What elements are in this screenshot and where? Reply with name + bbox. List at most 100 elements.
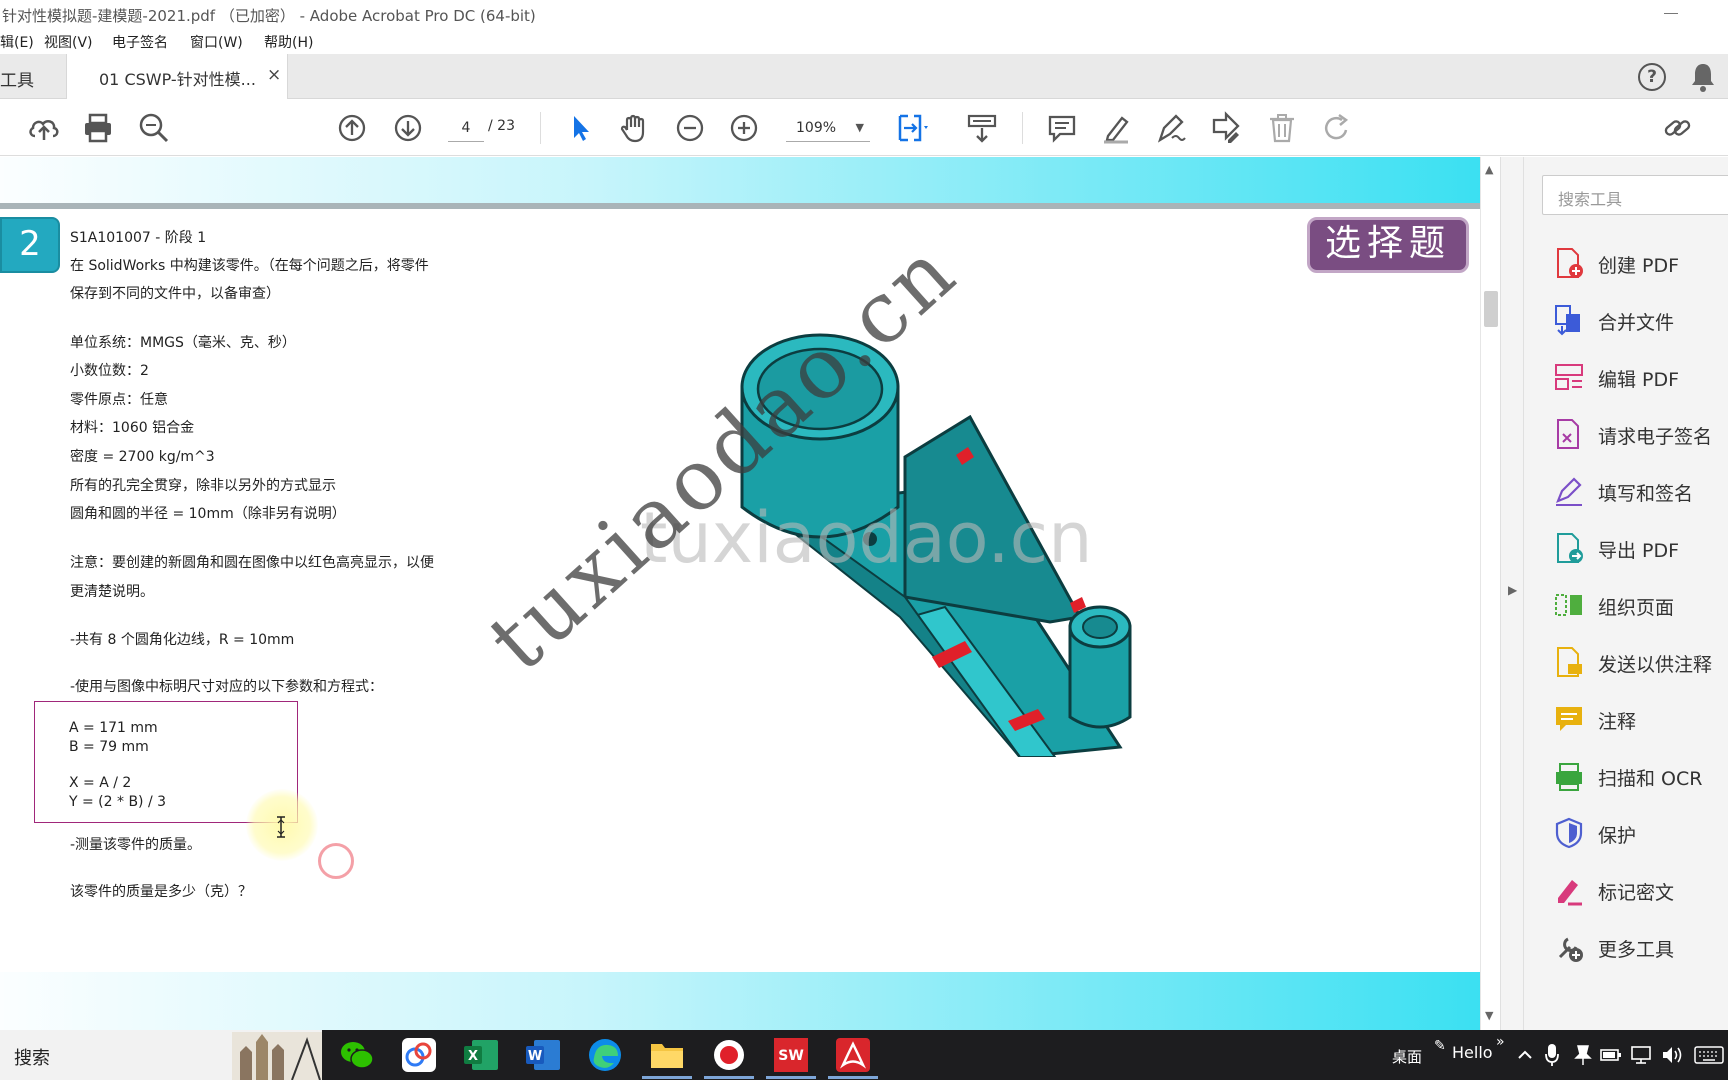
menu-edit[interactable]: 辑(E): [0, 32, 34, 52]
cloud-drive-app-icon[interactable]: [400, 1036, 438, 1074]
redact-icon: [1558, 880, 1582, 906]
microphone-icon[interactable]: [1544, 1042, 1560, 1068]
tool-label: 编辑 PDF: [1598, 369, 1680, 391]
file-explorer-icon[interactable]: [642, 1036, 692, 1079]
scroll-up-icon[interactable]: ▲: [1485, 163, 1493, 176]
chevron-up-icon[interactable]: [1516, 1046, 1534, 1064]
chevron-down-icon: ▼: [855, 121, 864, 134]
help-icon[interactable]: ?: [1638, 63, 1666, 91]
tool-request-esign[interactable]: 请求电子签名: [1554, 414, 1728, 454]
draw-pen-icon[interactable]: [1152, 110, 1188, 146]
tool-create-pdf[interactable]: 创建 PDF: [1554, 243, 1728, 283]
acrobat-app-icon[interactable]: [828, 1036, 878, 1079]
spec-units: 单位系统：MMGS（毫米、克、秒）: [70, 335, 296, 351]
chevron-right-icon[interactable]: »: [1496, 1034, 1505, 1050]
organize-pages-icon: [1555, 594, 1582, 616]
volume-icon[interactable]: [1660, 1044, 1684, 1066]
tool-pane-toggle[interactable]: ▶: [1500, 157, 1524, 1030]
export-pdf-icon: [1557, 533, 1583, 563]
excel-app-icon[interactable]: X: [462, 1036, 500, 1074]
toolbar-divider: [540, 112, 541, 144]
delete-icon[interactable]: [1264, 110, 1300, 146]
upload-cloud-icon[interactable]: [26, 110, 62, 146]
bell-icon[interactable]: [1690, 62, 1716, 92]
tool-more-tools[interactable]: 更多工具: [1554, 927, 1728, 967]
battery-icon[interactable]: [1600, 1046, 1622, 1064]
tool-protect[interactable]: 保护: [1554, 813, 1728, 853]
vertical-scrollbar[interactable]: ▲ ▼: [1480, 157, 1500, 1030]
send-comments-icon: [1557, 647, 1582, 677]
tool-comment[interactable]: 注释: [1554, 699, 1728, 739]
tool-label: 填写和签名: [1598, 483, 1694, 505]
share-link-icon[interactable]: [1660, 110, 1696, 146]
print-icon[interactable]: [80, 110, 116, 146]
param-x: X = A / 2: [69, 775, 132, 791]
fit-page-icon[interactable]: [892, 110, 928, 146]
page-header-strip: [0, 203, 1480, 209]
tab-document[interactable]: 01 CSWP-针对性模... ×: [66, 54, 288, 99]
page-number-input[interactable]: 4: [448, 114, 484, 142]
screen-recorder-icon[interactable]: [704, 1036, 754, 1079]
scroll-thumb[interactable]: [1484, 291, 1498, 327]
search-tools-input[interactable]: 搜索工具: [1542, 175, 1728, 215]
tool-organize-pages[interactable]: 组织页面: [1554, 585, 1728, 625]
tool-redact[interactable]: 标记密文: [1554, 870, 1728, 910]
taskbar: 搜索 X W SW 桌面 ✎ Hello »: [0, 1030, 1728, 1080]
select-cursor-icon[interactable]: [562, 110, 598, 146]
pin-icon[interactable]: [1574, 1044, 1592, 1066]
redo-icon[interactable]: [1320, 110, 1356, 146]
tool-send-comments[interactable]: 发送以供注释: [1554, 642, 1728, 682]
desktop-toolbar-label[interactable]: 桌面: [1392, 1046, 1422, 1067]
tab-tools[interactable]: 工具: [0, 66, 34, 91]
wechat-app-icon[interactable]: [338, 1036, 376, 1074]
hand-tool-icon[interactable]: [616, 110, 652, 146]
tab-bar: 工具 01 CSWP-针对性模... × ?: [0, 54, 1728, 99]
note-text: 更清楚说明。: [70, 584, 154, 600]
highlight-pen-icon[interactable]: [1098, 110, 1134, 146]
menu-help[interactable]: 帮助(H): [264, 32, 313, 52]
search-icon[interactable]: [136, 110, 172, 146]
user-icon[interactable]: ✎: [1434, 1038, 1446, 1054]
tool-combine-files[interactable]: 合并文件: [1554, 300, 1728, 340]
taskbar-search-box[interactable]: 搜索: [0, 1030, 322, 1080]
shield-icon: [1555, 817, 1583, 849]
tool-label: 发送以供注释: [1598, 654, 1713, 676]
chevron-right-icon[interactable]: ▶: [1508, 583, 1517, 597]
tool-label: 合并文件: [1598, 312, 1675, 334]
zoom-out-icon[interactable]: [672, 110, 708, 146]
scan-ocr-icon: [1556, 763, 1582, 791]
next-page-icon[interactable]: [390, 110, 426, 146]
tool-edit-pdf[interactable]: 编辑 PDF: [1554, 357, 1728, 397]
window-title: 针对性模拟题-建模题-2021.pdf （已加密） - Adobe Acroba…: [2, 7, 536, 25]
previous-page-icon[interactable]: [334, 110, 370, 146]
menu-view[interactable]: 视图(V): [44, 32, 93, 52]
edit-stamp-icon[interactable]: [1208, 110, 1244, 146]
active-app-indicator: [704, 1076, 754, 1079]
taskbar-search-label: 搜索: [14, 1048, 50, 1069]
document-view[interactable]: 2 选择题 S1A101007 - 阶段 1 在 SolidWorks 中构建该…: [0, 157, 1480, 1030]
keyboard-icon[interactable]: [1694, 1045, 1724, 1065]
close-tab-icon[interactable]: ×: [267, 65, 281, 85]
tool-label: 标记密文: [1598, 882, 1675, 904]
hello-toolbar-label[interactable]: Hello: [1452, 1043, 1493, 1062]
scroll-down-icon[interactable]: ▼: [1485, 1009, 1493, 1022]
menu-window[interactable]: 窗口(W): [190, 32, 243, 52]
page-total: / 23: [488, 118, 515, 134]
tool-export-pdf[interactable]: 导出 PDF: [1554, 528, 1728, 568]
minimize-button[interactable]: [1664, 13, 1678, 14]
tab-document-label: 01 CSWP-针对性模...: [99, 70, 256, 89]
word-app-icon[interactable]: W: [524, 1036, 562, 1074]
zoom-in-icon[interactable]: [726, 110, 762, 146]
network-icon[interactable]: [1630, 1044, 1652, 1066]
param-y: Y = (2 * B) / 3: [69, 794, 167, 810]
zoom-level-select[interactable]: 109% ▼: [786, 114, 870, 142]
question-text: 保存到不同的文件中，以备审查）: [70, 286, 280, 302]
comment-icon[interactable]: [1044, 110, 1080, 146]
tool-scan-ocr[interactable]: 扫描和 OCR: [1554, 756, 1728, 796]
edge-browser-icon[interactable]: [586, 1036, 624, 1074]
scroll-mode-icon[interactable]: [964, 110, 1000, 146]
solidworks-app-icon[interactable]: SW: [766, 1036, 816, 1079]
svg-text:W: W: [528, 1049, 542, 1064]
menu-esign[interactable]: 电子签名: [112, 32, 168, 52]
tool-fill-sign[interactable]: 填写和签名: [1554, 471, 1728, 511]
